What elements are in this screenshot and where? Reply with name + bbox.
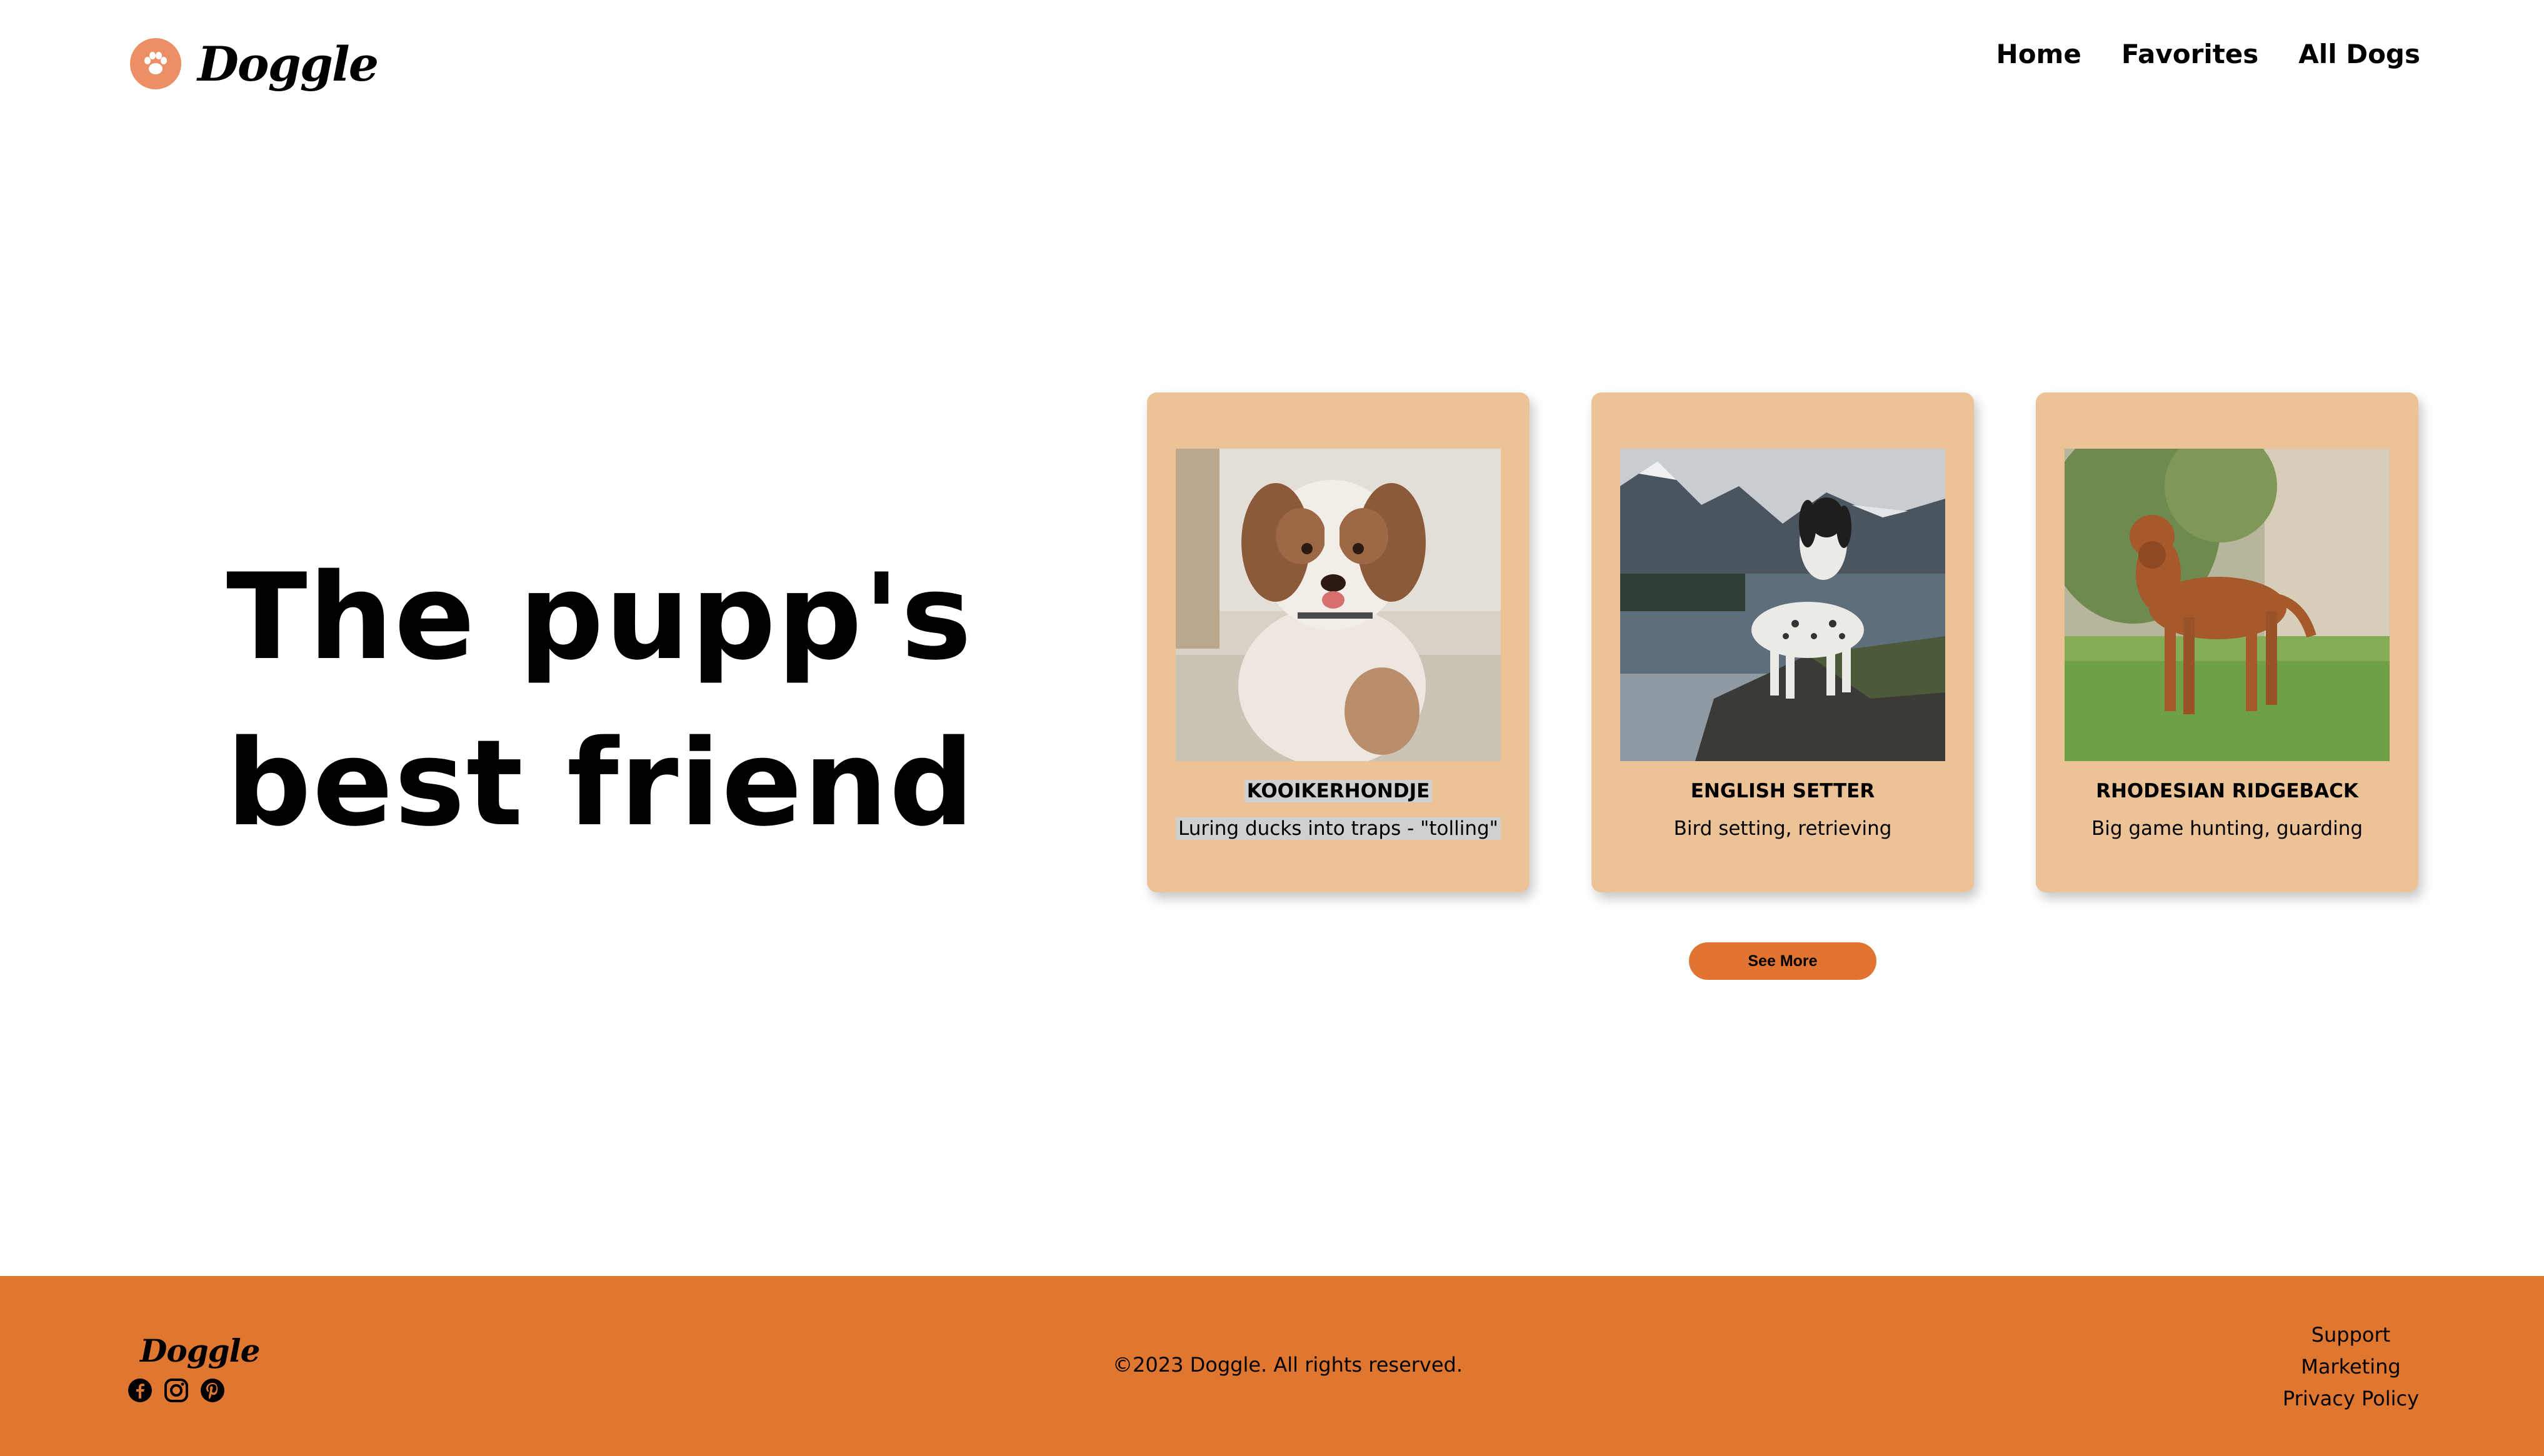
dog-role: Bird setting, retrieving <box>1673 817 1892 840</box>
dog-card-english-setter[interactable]: ENGLISH SETTER Bird setting, retrieving <box>1591 392 1974 892</box>
dog-photo <box>1176 449 1501 761</box>
brand-logo-link[interactable]: Doggle <box>130 32 379 95</box>
paw-icon <box>130 38 181 89</box>
hero-title-line-2: best friend <box>226 714 976 852</box>
dog-photo <box>1620 449 1945 761</box>
dog-role: Luring ducks into traps - "tolling" <box>1147 817 1530 840</box>
nav-all-dogs[interactable]: All Dogs <box>2298 39 2420 69</box>
dog-role: Big game hunting, guarding <box>2091 817 2363 840</box>
hero-title-line-1: The pupp's <box>226 548 973 686</box>
facebook-icon[interactable] <box>128 1378 153 1403</box>
site-header: Doggle Home Favorites All Dogs <box>0 0 2544 125</box>
social-links <box>128 1378 225 1403</box>
footer-link-privacy-policy[interactable]: Privacy Policy <box>2283 1386 2419 1412</box>
copyright-text: ©2023 Doggle. All rights reserved. <box>1113 1353 1463 1377</box>
dog-name: RHODESIAN RIDGEBACK <box>2096 780 2358 802</box>
dog-name: KOOIKERHONDJE <box>1147 780 1530 802</box>
brand-name: Doggle <box>198 36 379 92</box>
nav-home[interactable]: Home <box>1996 39 2081 69</box>
dog-card-kooikerhondje[interactable]: KOOIKERHONDJE Luring ducks into traps - … <box>1147 392 1530 892</box>
nav-favorites[interactable]: Favorites <box>2121 39 2258 69</box>
footer-link-marketing[interactable]: Marketing <box>2301 1354 2400 1380</box>
instagram-icon[interactable] <box>164 1378 189 1403</box>
dog-name: ENGLISH SETTER <box>1690 780 1875 802</box>
footer-links: Support Marketing Privacy Policy <box>2283 1322 2419 1412</box>
dog-card-rhodesian-ridgeback[interactable]: RHODESIAN RIDGEBACK Big game hunting, gu… <box>2036 392 2418 892</box>
footer-link-support[interactable]: Support <box>2311 1322 2391 1348</box>
main-nav: Home Favorites All Dogs <box>1996 39 2420 69</box>
see-more-button[interactable]: See More <box>1689 942 1876 980</box>
pinterest-icon[interactable] <box>200 1378 225 1403</box>
footer-brand-name: Doggle <box>140 1332 260 1369</box>
dog-photo <box>2065 449 2390 761</box>
hero-title: The pupp's best friend <box>226 534 976 867</box>
